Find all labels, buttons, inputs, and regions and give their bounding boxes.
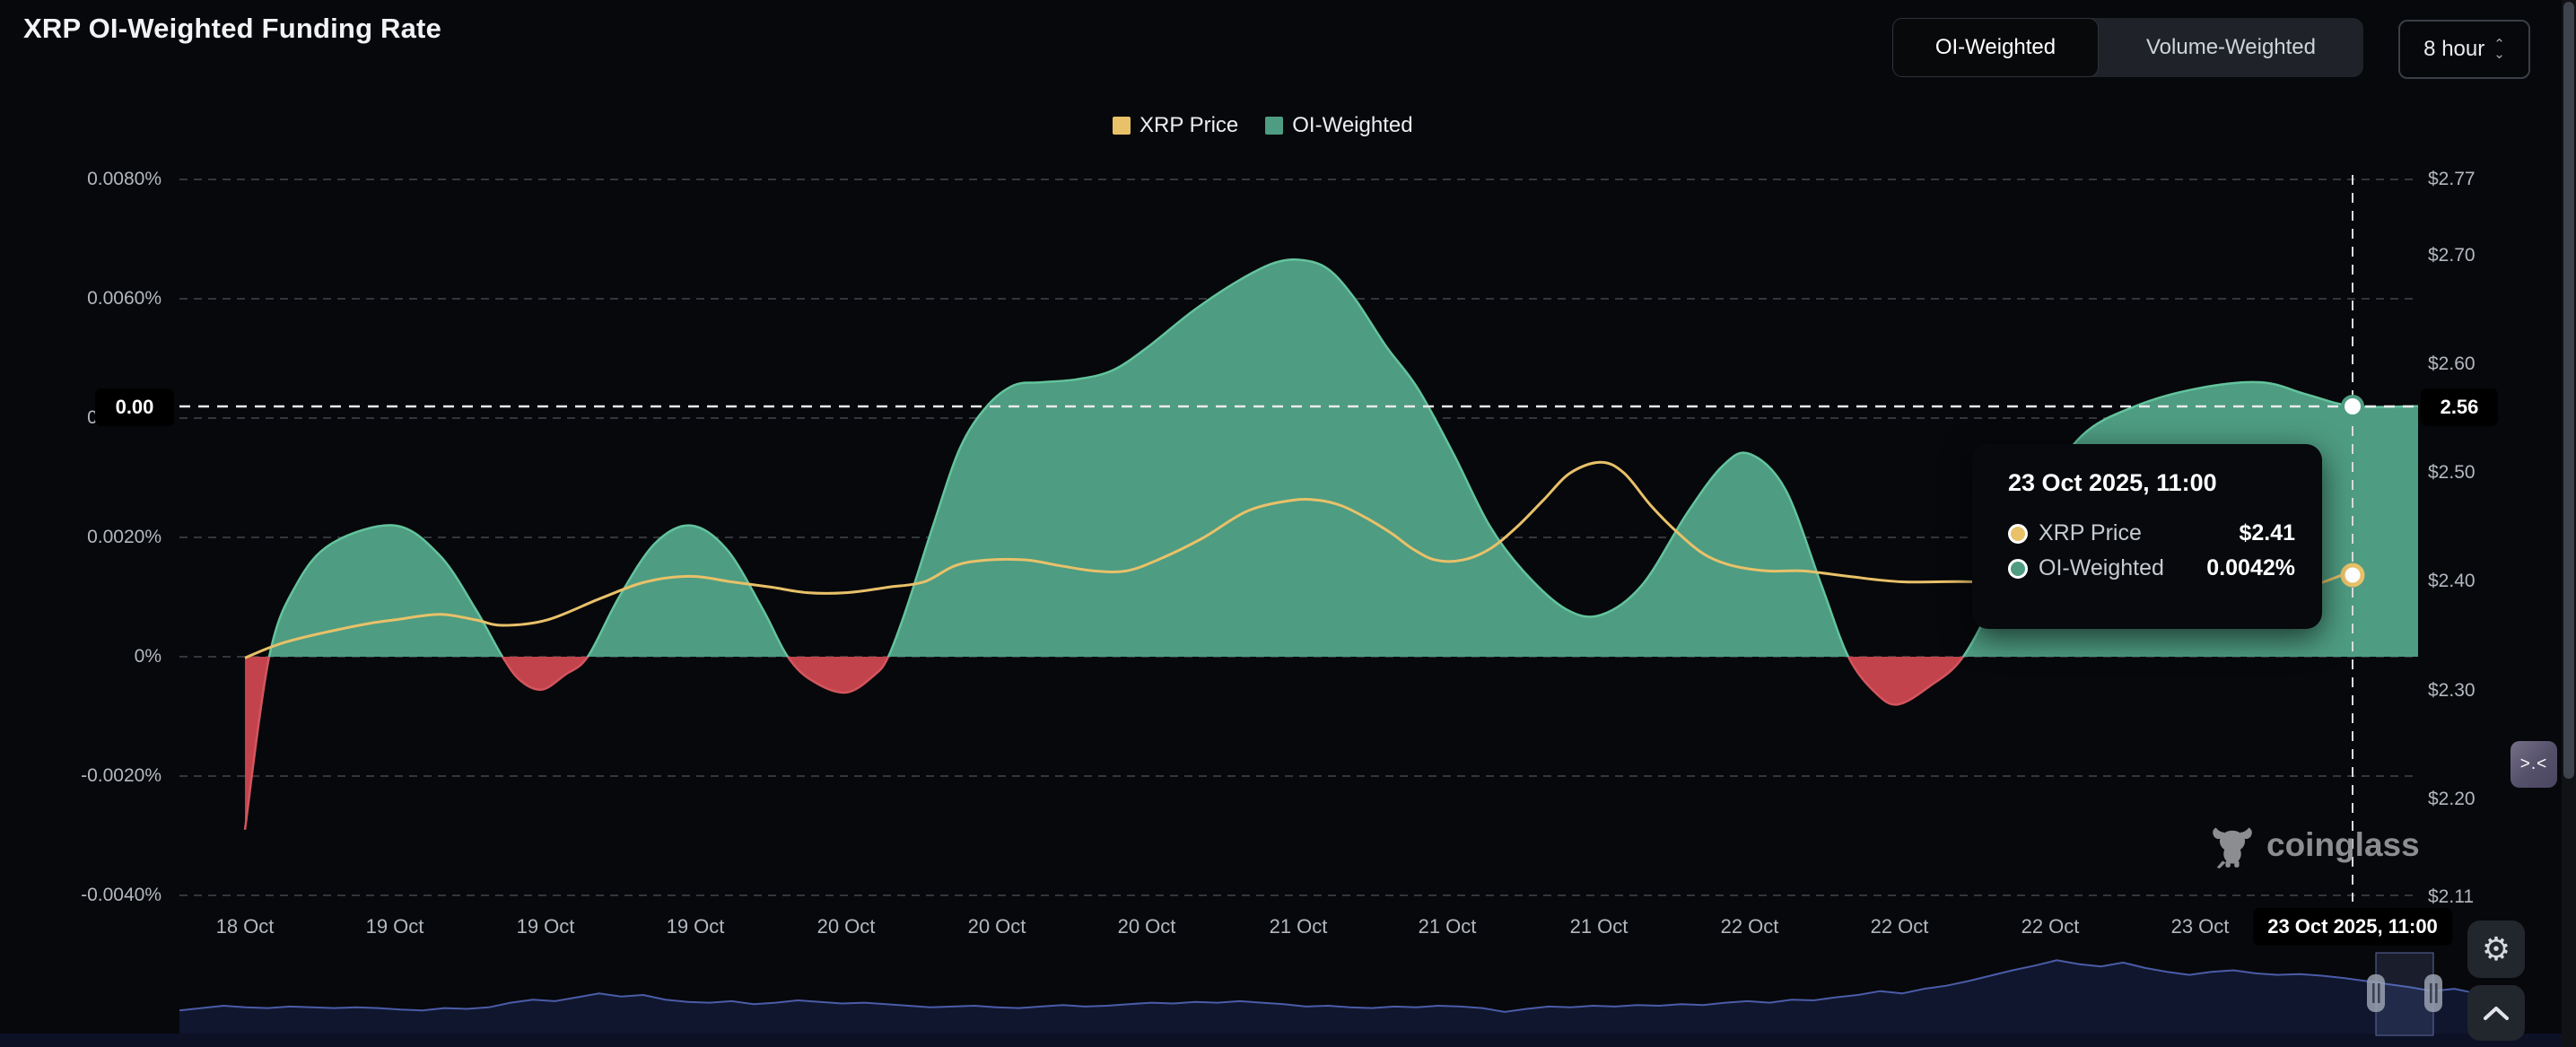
- collapse-panel-button[interactable]: [2467, 985, 2525, 1041]
- handle-grip-icon: [2372, 983, 2375, 1003]
- chart-tooltip: 23 Oct 2025, 11:00 XRP Price $2.41 OI-Weig…: [1972, 444, 2322, 629]
- compress-axis-button[interactable]: >.<: [2511, 741, 2557, 788]
- navigator-area: [179, 960, 2476, 1034]
- coinglass-watermark: coinglass: [2209, 822, 2420, 868]
- tooltip-row: OI-Weighted 0.0042%: [2008, 555, 2295, 581]
- oi-weighted-marker: [2343, 397, 2362, 416]
- series-dot-icon: [2008, 559, 2028, 579]
- tooltip-title: 23 Oct 2025, 11:00: [2008, 469, 2295, 497]
- tooltip-series-label: XRP Price: [2039, 520, 2142, 546]
- settings-button[interactable]: ⚙: [2467, 920, 2525, 978]
- chevron-up-icon: [2483, 1005, 2510, 1021]
- compress-icon: >.<: [2520, 755, 2547, 774]
- tooltip-series-value: $2.41: [2239, 520, 2295, 546]
- watermark-text: coinglass: [2266, 826, 2420, 864]
- coinglass-bull-icon: [2209, 822, 2256, 868]
- handle-grip-icon: [2378, 983, 2380, 1003]
- navigator-right-handle[interactable]: [2424, 974, 2442, 1012]
- xrp-price-marker: [2343, 565, 2362, 585]
- navigator-baseline: [0, 1034, 2576, 1047]
- tooltip-row: XRP Price $2.41: [2008, 520, 2295, 546]
- series-dot-icon: [2008, 524, 2028, 544]
- handle-grip-icon: [2430, 983, 2432, 1003]
- handle-grip-icon: [2435, 983, 2438, 1003]
- settings-gear-icon: ⚙: [2482, 933, 2511, 965]
- scrollbar-thumb[interactable]: [2563, 2, 2574, 779]
- tooltip-series-label: OI-Weighted: [2039, 555, 2164, 581]
- navigator-left-handle[interactable]: [2367, 974, 2385, 1012]
- tooltip-series-value: 0.0042%: [2206, 555, 2295, 581]
